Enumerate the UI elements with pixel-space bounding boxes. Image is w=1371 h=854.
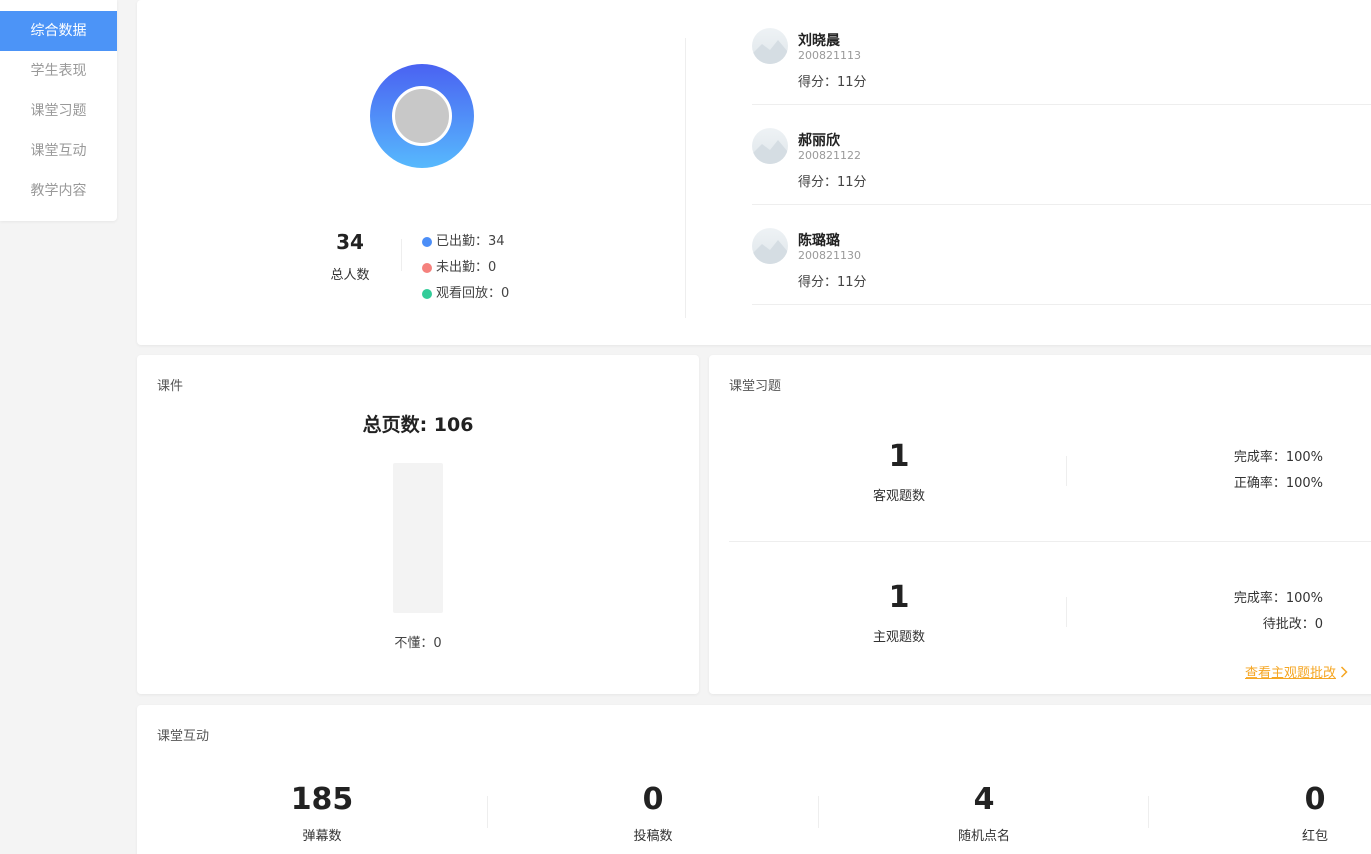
student-row[interactable]: 陈璐璐 200821130 得分：11分 <box>752 205 1371 305</box>
total-count-label: 总人数 <box>330 268 370 283</box>
student-name: 郝丽欣 <box>798 133 840 149</box>
sidebar-item-class-interaction[interactable]: 课堂互动 <box>0 131 117 171</box>
exercises-card: 课堂习题 1 客观题数 完成率：100% 正确率：100% 1 主观题数 完成率… <box>709 355 1371 694</box>
objective-stats: 完成率：100% 正确率：100% <box>1234 445 1323 497</box>
avatar <box>752 128 788 164</box>
student-name: 陈璐璐 <box>798 233 840 249</box>
student-id: 200821113 <box>798 49 861 62</box>
divider <box>1148 796 1149 828</box>
legend-item-attended: 已出勤：34 <box>422 233 509 259</box>
stat-value: 0 <box>642 782 664 817</box>
student-score: 得分：11分 <box>798 175 867 190</box>
confused-count: 不懂：0 <box>394 636 442 651</box>
stat-label: 随机点名 <box>957 829 1010 844</box>
legend-dot <box>422 237 432 247</box>
student-ranking-list: 刘晓晨 200821113 得分：11分 郝丽欣 200821122 得分：11… <box>752 5 1371 305</box>
avatar <box>752 228 788 264</box>
courseware-card: 课件 总页数: 106 不懂：0 <box>137 355 699 694</box>
student-score: 得分：11分 <box>798 75 867 90</box>
legend-dot <box>422 289 432 299</box>
avatar <box>752 28 788 64</box>
stat-label: 红包 <box>1301 829 1328 844</box>
student-id: 200821122 <box>798 149 861 162</box>
objective-count: 1 <box>888 439 910 474</box>
attendance-ring-chart <box>370 64 474 168</box>
total-count: 34 <box>336 230 364 254</box>
subjective-label: 主观题数 <box>872 630 925 645</box>
card-title: 课件 <box>157 379 184 394</box>
attendance-card: 34 总人数 已出勤：34 未出勤：0 观看回放：0 刘晓晨 200821113… <box>137 0 1371 345</box>
interaction-stat-random-call: 4 随机点名 <box>924 782 1044 844</box>
accuracy-rate: 正确率：100% <box>1233 476 1323 491</box>
subjective-stats: 完成率：100% 待批改：0 <box>1234 586 1323 638</box>
sidebar-nav: 综合数据 学生表现 课堂习题 课堂互动 教学内容 <box>0 0 117 221</box>
interaction-card: 课堂互动 185 弹幕数 0 投稿数 4 随机点名 0 红包 <box>137 705 1371 854</box>
interaction-stat-submissions: 0 投稿数 <box>593 782 713 844</box>
completion-rate: 完成率：100% <box>1233 450 1323 465</box>
divider <box>1066 597 1067 627</box>
chevron-right-icon <box>1340 665 1348 678</box>
student-row[interactable]: 郝丽欣 200821122 得分：11分 <box>752 105 1371 205</box>
sidebar-item-student-performance[interactable]: 学生表现 <box>0 51 117 91</box>
stat-label: 弹幕数 <box>302 829 342 844</box>
subjective-count: 1 <box>888 580 910 615</box>
objective-block: 1 客观题数 完成率：100% 正确率：100% <box>729 401 1371 541</box>
divider <box>1066 456 1067 486</box>
attendance-legend: 已出勤：34 未出勤：0 观看回放：0 <box>422 233 509 311</box>
total-pages: 总页数: 106 <box>362 414 474 436</box>
legend-item-absent: 未出勤：0 <box>422 259 509 285</box>
completion-rate: 完成率：100% <box>1233 591 1323 606</box>
interaction-stat-red-packet: 0 红包 <box>1255 782 1371 844</box>
student-id: 200821130 <box>798 249 861 262</box>
stat-value: 185 <box>290 782 354 817</box>
interaction-stat-danmaku: 185 弹幕数 <box>262 782 382 844</box>
subjective-block: 1 主观题数 完成率：100% 待批改：0 <box>729 542 1371 682</box>
divider <box>487 796 488 828</box>
legend-dot <box>422 263 432 273</box>
student-score: 得分：11分 <box>798 275 867 290</box>
sidebar-item-class-exercises[interactable]: 课堂习题 <box>0 91 117 131</box>
sidebar-item-teaching-content[interactable]: 教学内容 <box>0 171 117 211</box>
sidebar-item-overview[interactable]: 综合数据 <box>0 11 117 51</box>
stat-label: 投稿数 <box>633 829 673 844</box>
stat-value: 4 <box>973 782 995 817</box>
card-title: 课堂互动 <box>157 729 210 744</box>
link-label: 查看主观题批改 <box>1244 666 1336 681</box>
attendance-ring-center <box>392 86 452 146</box>
legend-label: 已出勤：34 <box>436 234 505 249</box>
pending-grading: 待批改：0 <box>1262 617 1323 632</box>
legend-label: 观看回放：0 <box>436 286 510 301</box>
card-title: 课堂习题 <box>729 379 782 394</box>
student-name: 刘晓晨 <box>798 33 840 49</box>
confused-bar <box>393 463 443 613</box>
legend-item-replay: 观看回放：0 <box>422 285 509 311</box>
divider <box>818 796 819 828</box>
stat-value: 0 <box>1304 782 1326 817</box>
legend-label: 未出勤：0 <box>436 260 497 275</box>
view-subjective-grading-link[interactable]: 查看主观题批改 <box>1245 662 1348 681</box>
section-divider <box>685 38 686 318</box>
objective-label: 客观题数 <box>872 489 925 504</box>
divider <box>401 239 402 271</box>
student-row[interactable]: 刘晓晨 200821113 得分：11分 <box>752 5 1371 105</box>
